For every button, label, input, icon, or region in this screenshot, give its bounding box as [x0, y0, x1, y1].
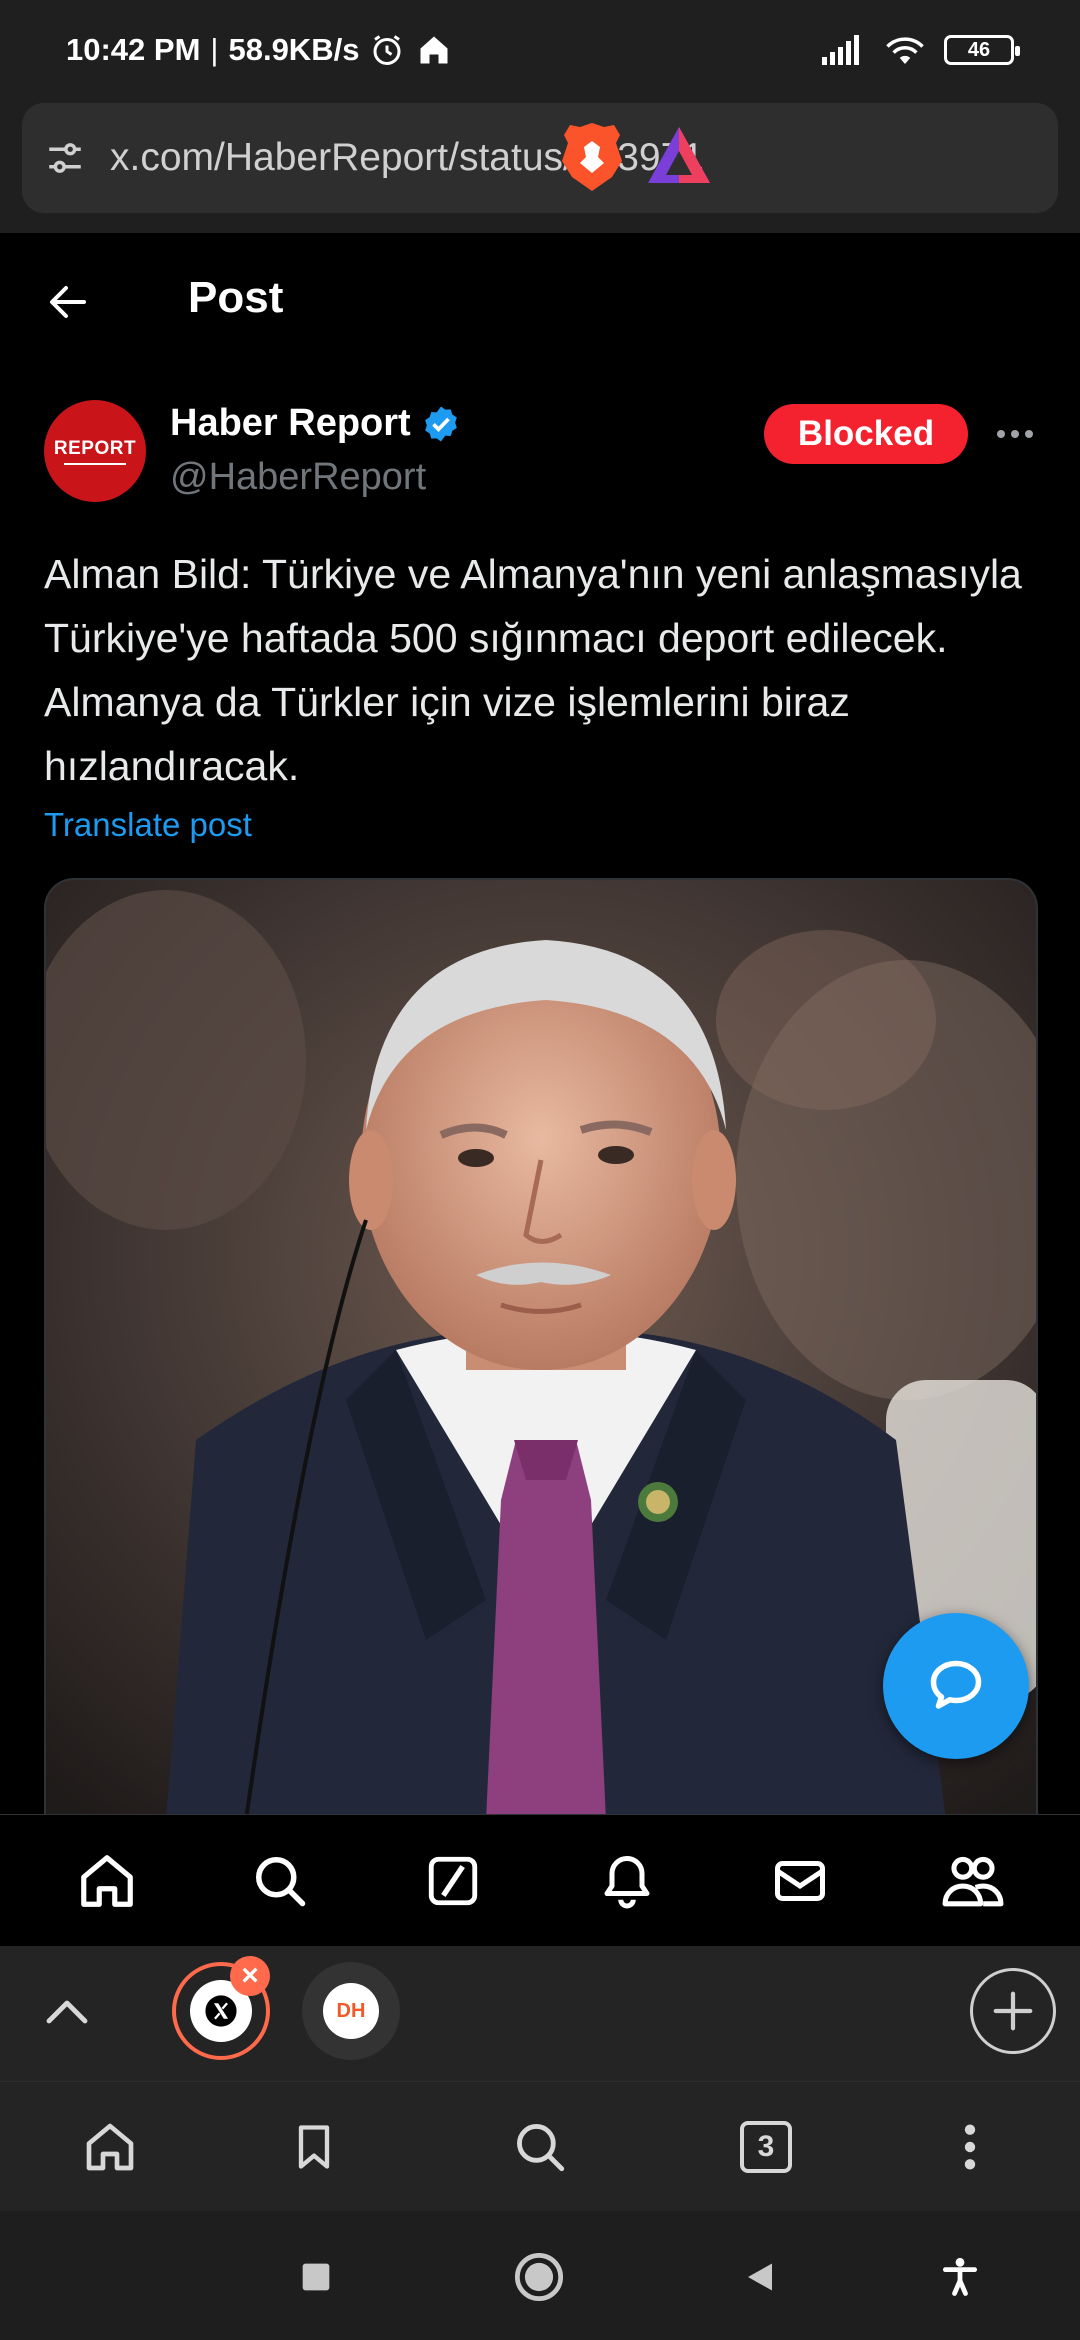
grok-icon [429, 1856, 478, 1905]
browser-search-button[interactable] [508, 2115, 572, 2179]
author-name[interactable]: Haber Report [170, 402, 461, 445]
tab-count: 3 [740, 2121, 792, 2173]
avatar-logo-text: REPORT [53, 437, 137, 459]
status-right: 46 [822, 34, 1020, 66]
kebab-menu-icon [964, 2124, 976, 2170]
browser-home-button[interactable] [78, 2115, 142, 2179]
verified-badge-icon [424, 406, 457, 441]
search-icon [255, 1856, 306, 1906]
search-icon [517, 2124, 565, 2172]
status-separator: | [210, 32, 219, 67]
browser-tab-strip [0, 1946, 1080, 2081]
brave-shields-icon[interactable] [560, 121, 624, 193]
battery-icon: 46 [944, 35, 1020, 65]
home-icon [86, 2123, 134, 2171]
page-title: Post [188, 273, 284, 322]
tab-dh[interactable]: DH [302, 1962, 400, 2060]
author-handle[interactable]: @HaberReport [170, 456, 426, 499]
browser-address-area: x.com/HaberReport/status/183971 [0, 100, 1080, 233]
home-nav-button[interactable] [511, 2249, 567, 2305]
post-header: Post [0, 233, 1080, 368]
more-options-icon[interactable] [990, 412, 1040, 456]
close-tab-badge[interactable]: × [230, 1956, 270, 1996]
author-name-text[interactable]: Haber Report [170, 402, 411, 445]
browser-menu-button[interactable] [938, 2115, 1002, 2179]
tab-switcher-button[interactable]: 3 [734, 2115, 798, 2179]
bookmark-icon [298, 2125, 330, 2169]
translate-post-link[interactable]: Translate post [44, 806, 252, 844]
new-reply-fab[interactable] [883, 1613, 1029, 1759]
post-text: Alman Bild: Türkiye ve Almanya'nın yeni … [44, 551, 1022, 789]
network-speed: 58.9KB/s [228, 32, 360, 67]
accessibility-button[interactable] [932, 2249, 988, 2305]
brave-rewards-icon[interactable] [646, 125, 712, 187]
android-nav-bar [0, 2211, 1080, 2340]
home-status-icon [420, 36, 448, 64]
signal-icon [822, 35, 859, 65]
x-bottom-nav [0, 1814, 1080, 1946]
bell-icon [604, 1855, 650, 1908]
x-grok-tab[interactable] [418, 1846, 488, 1916]
battery-level: 46 [967, 38, 991, 61]
bookmarks-button[interactable] [282, 2115, 346, 2179]
status-left: 10:42 PM | 58.9KB/s [66, 32, 453, 68]
x-communities-tab[interactable] [938, 1846, 1008, 1916]
status-time: 10:42 PM [66, 32, 201, 67]
x-notifications-tab[interactable] [592, 1846, 662, 1916]
plus-icon [993, 1991, 1033, 2031]
circle-home-icon [514, 2252, 564, 2302]
avatar[interactable]: REPORT [44, 400, 146, 502]
mail-icon [774, 1860, 825, 1901]
wifi-icon [886, 37, 924, 64]
browser-toolbar: 3 [0, 2081, 1080, 2211]
new-tab-button[interactable] [970, 1968, 1056, 2054]
url-bar[interactable]: x.com/HaberReport/status/183971 [22, 103, 1058, 213]
avatar-logo-underline [64, 462, 126, 465]
communities-icon [942, 1856, 1004, 1906]
x-messages-tab[interactable] [765, 1846, 835, 1916]
alarm-icon [373, 35, 401, 65]
x-home-tab[interactable] [72, 1846, 142, 1916]
square-icon [302, 2263, 330, 2291]
back-triangle-icon [748, 2263, 772, 2291]
dh-logo-icon: DH [323, 1983, 379, 2039]
back-arrow-icon[interactable] [44, 278, 92, 326]
status-bar: 10:42 PM | 58.9KB/s 46 [0, 0, 1080, 100]
site-settings-icon[interactable] [44, 137, 86, 179]
blocked-button[interactable]: Blocked [764, 404, 968, 464]
accessibility-icon [942, 2257, 978, 2296]
home-icon [80, 1854, 133, 1907]
chevron-up-icon[interactable] [42, 1991, 92, 2031]
x-search-tab[interactable] [245, 1846, 315, 1916]
reply-bubble-icon [930, 1660, 982, 1709]
back-nav-button[interactable] [732, 2249, 788, 2305]
recents-button[interactable] [288, 2249, 344, 2305]
